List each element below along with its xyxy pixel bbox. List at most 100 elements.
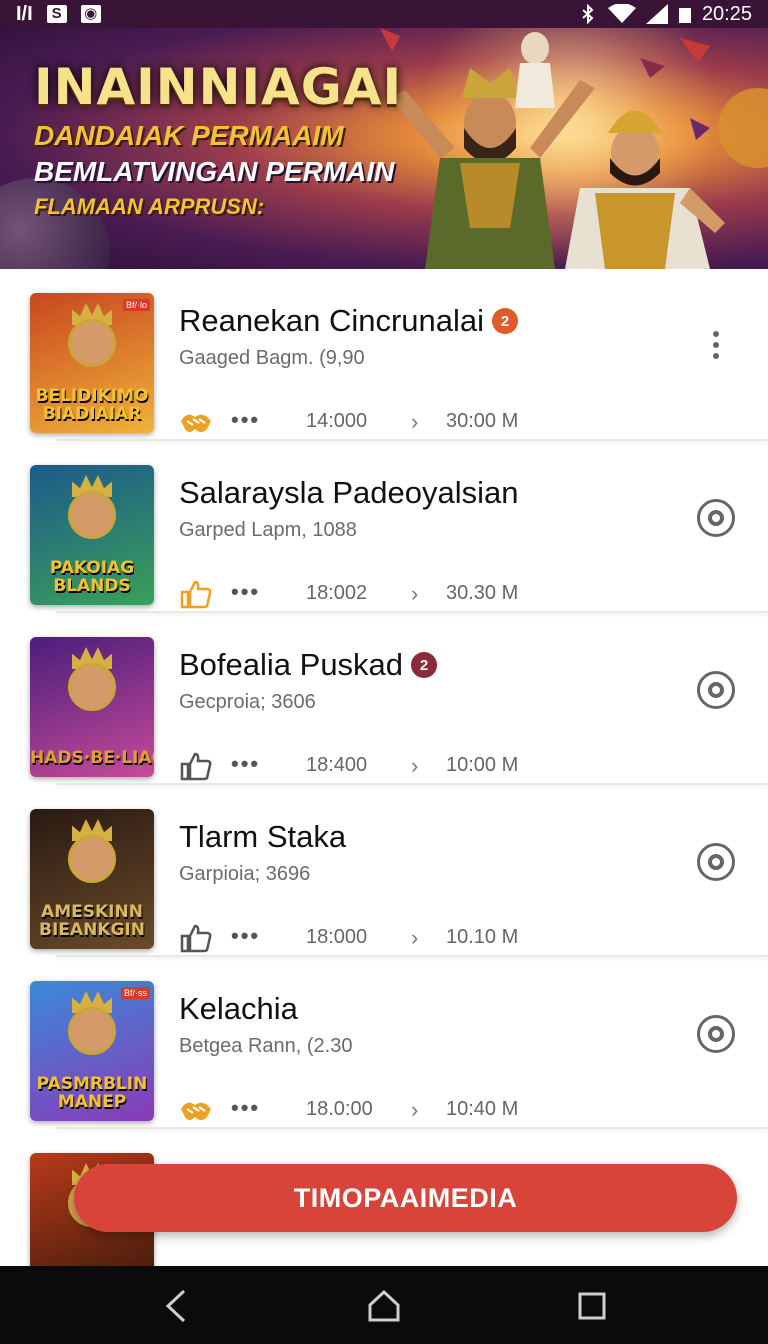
game-title: Salaraysla Padeoyalsian (179, 475, 519, 510)
status-right: 20:25 (578, 3, 752, 26)
chevron-right-icon: › (411, 925, 419, 950)
verified-badge-icon: 2 (492, 308, 519, 334)
game-time: 18:002 (306, 582, 368, 604)
game-thumbnail[interactable]: PAKOIAG BLANDS (30, 465, 154, 605)
back-icon[interactable] (156, 1286, 196, 1326)
row-divider (56, 1127, 768, 1129)
game-size: 10.10 M (446, 926, 519, 948)
game-time: 18:400 (306, 754, 368, 776)
target-action-icon[interactable] (697, 671, 735, 709)
banner-subline-1: DANDAIAK PERMAAIM (34, 120, 344, 151)
row-divider (56, 439, 768, 441)
thumbnail-tag: Bf/·lo (122, 299, 150, 311)
more-dots-icon[interactable]: ••• (231, 751, 260, 777)
bluetooth-icon (582, 4, 594, 24)
more-dots-icon[interactable]: ••• (231, 407, 260, 433)
thumbnail-tag: Bf/·ss (120, 987, 150, 999)
game-thumbnail[interactable]: Bf/·ss PASMRBLIN MANEP (30, 981, 154, 1121)
game-title: Tlarm Staka (179, 819, 347, 854)
game-title: Reanekan Cincrunalai (179, 303, 485, 338)
game-row[interactable]: Bf/·lo BELIDIKIMO BIADIAIAR Reanekan Cincr… (0, 273, 768, 441)
game-size: 30.30 M (446, 582, 519, 604)
status-time: 20:25 (701, 2, 752, 25)
banner-subline-2: BEMLATVINGAN PERMAIN (34, 156, 395, 187)
hero-characters-art (380, 28, 725, 269)
game-title-row[interactable]: Bofealia Puskad 2 (179, 647, 438, 683)
game-subtitle: Gecproia; 3606 (179, 691, 316, 713)
banner-text: INAINNIAGAI DANDAIAK PERMAAIM BEMLATVING… (34, 58, 402, 220)
character-art (68, 663, 116, 711)
wifi-icon (607, 4, 636, 23)
main-cta-button[interactable]: TIMOPAAIMEDIA (74, 1164, 737, 1232)
game-meta: ••• 18:400 › 10:00 M (179, 751, 539, 781)
game-subtitle: Garped Lapm, 1088 (179, 519, 357, 541)
character-art (68, 1007, 116, 1055)
home-icon[interactable] (364, 1286, 404, 1326)
status-bar: I/I S ◉ 20:25 (0, 0, 768, 28)
row-divider (56, 611, 768, 613)
row-divider (56, 955, 768, 957)
thumbnail-title-art: PAKOIAG BLANDS (49, 558, 135, 596)
status-left: I/I S ◉ (16, 3, 101, 26)
system-nav-bar (0, 1266, 768, 1344)
game-thumbnail[interactable]: AMESKINN BIEANKGIN (30, 809, 154, 949)
game-size: 10:40 M (446, 1098, 519, 1120)
game-thumbnail[interactable]: HADS·BE·LIAOIG (30, 637, 154, 777)
promo-banner[interactable]: INAINNIAGAI DANDAIAK PERMAAIM BEMLATVING… (0, 28, 768, 269)
status-left-text: I/I (16, 2, 33, 25)
game-row[interactable]: PAKOIAG BLANDS Salaraysla Padeoyalsian Gar… (0, 445, 768, 613)
thumbnail-title-art: AMESKINN BIEANKGIN (39, 902, 145, 940)
game-time: 18:000 (306, 926, 368, 948)
game-thumbnail[interactable]: Bf/·lo BELIDIKIMO BIADIAIAR (30, 293, 154, 433)
more-dots-icon[interactable]: ••• (231, 1095, 260, 1121)
chevron-right-icon: › (411, 409, 419, 434)
game-meta: ••• 14:000 › 30:00 M (179, 407, 539, 437)
recents-icon[interactable] (572, 1286, 612, 1326)
handshake-icon[interactable] (179, 1095, 213, 1125)
s-app-icon: S (46, 5, 67, 23)
target-action-icon[interactable] (697, 843, 735, 881)
game-time: 18.0:00 (306, 1098, 373, 1120)
game-subtitle: Garpioia; 3696 (179, 863, 311, 885)
target-action-icon[interactable] (697, 1015, 735, 1053)
camera-icon: ◉ (80, 5, 101, 23)
overflow-menu-icon[interactable] (700, 325, 732, 365)
game-size: 10:00 M (446, 754, 519, 776)
game-row[interactable]: AMESKINN BIEANKGIN Tlarm Staka Garpioia; 3… (0, 789, 768, 957)
game-title-row[interactable]: Tlarm Staka (179, 819, 346, 855)
target-action-icon[interactable] (697, 499, 735, 537)
battery-icon (678, 8, 691, 23)
game-time: 14:000 (306, 410, 368, 432)
game-title: Kelachia (179, 991, 298, 1026)
thumbs-up-icon[interactable] (179, 751, 213, 781)
thumbnail-title-art: PASMRBLIN MANEP (36, 1074, 148, 1112)
game-title-row[interactable]: Salaraysla Padeoyalsian (179, 475, 519, 511)
chevron-right-icon: › (411, 581, 419, 606)
thumbs-up-icon[interactable] (179, 923, 213, 953)
banner-headline: INAINNIAGAI (34, 58, 403, 116)
thumbs-up-icon[interactable] (179, 579, 213, 609)
character-art (68, 319, 116, 367)
game-row[interactable]: Bf/·ss PASMRBLIN MANEP Kelachia Betgea Rann… (0, 961, 768, 1129)
game-title: Bofealia Puskad (179, 647, 404, 682)
handshake-icon[interactable] (179, 407, 213, 437)
verified-badge-icon: 2 (411, 652, 438, 678)
signal-icon (645, 4, 668, 24)
more-dots-icon[interactable]: ••• (231, 923, 260, 949)
game-row[interactable]: HADS·BE·LIAOIG Bofealia Puskad 2 Gecproia; … (0, 617, 768, 785)
game-meta: ••• 18.0:00 › 10:40 M (179, 1095, 539, 1125)
character-art (68, 835, 116, 883)
banner-subline-3: FLAMAAN ARPRUSN: (34, 194, 265, 219)
thumbnail-title-art: HADS·BE·LIAOIG (30, 748, 154, 768)
chevron-right-icon: › (411, 753, 419, 778)
game-meta: ••• 18:002 › 30.30 M (179, 579, 539, 609)
chevron-right-icon: › (411, 1097, 419, 1122)
game-title-row[interactable]: Kelachia (179, 991, 298, 1027)
game-meta: ••• 18:000 › 10.10 M (179, 923, 539, 953)
row-divider (56, 783, 768, 785)
game-title-row[interactable]: Reanekan Cincrunalai 2 (179, 303, 519, 339)
thumbnail-title-art: BELIDIKIMO BIADIAIAR (35, 386, 149, 424)
character-art (68, 491, 116, 539)
game-size: 30:00 M (446, 410, 519, 432)
more-dots-icon[interactable]: ••• (231, 579, 260, 605)
